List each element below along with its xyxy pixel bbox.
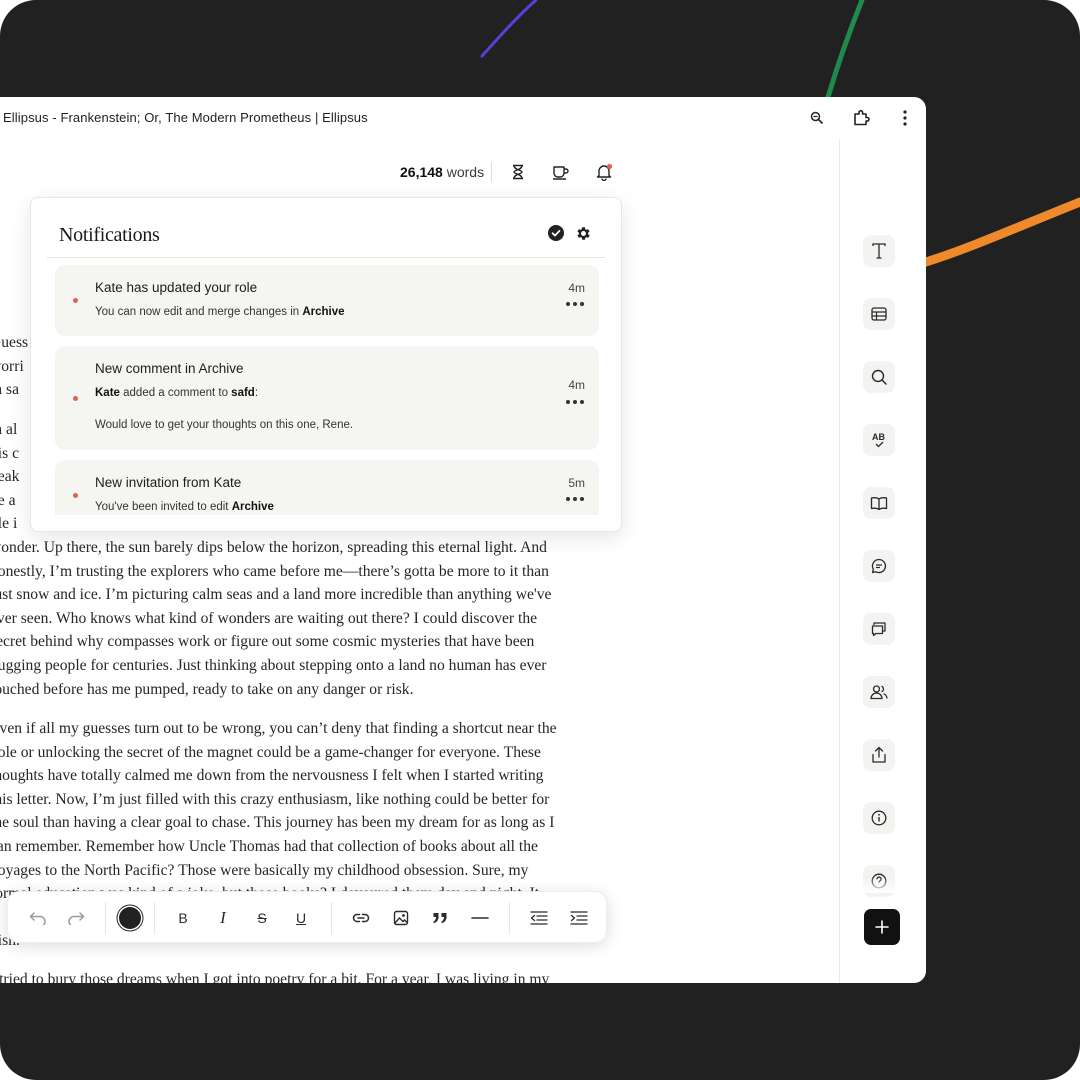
search-icon[interactable] [863,361,895,393]
notifications-list: Kate has updated your role You can now e… [55,265,599,515]
notifications-divider [47,257,605,258]
more-vert-icon[interactable] [894,107,916,129]
formatting-toolbar: B I S U [7,891,607,943]
notification-quote: Would love to get your thoughts on this … [95,419,354,431]
notification-message: Kate added a comment to safd: [95,387,259,399]
toolbar-separator [154,902,155,934]
document-header: 26,148 words [0,157,640,187]
users-icon[interactable] [863,676,895,708]
extension-icon[interactable] [850,107,872,129]
toolbar-separator [509,902,510,934]
underline-icon[interactable]: U [289,906,313,930]
plus-icon [875,920,889,934]
notification-title: New invitation from Kate [95,475,242,490]
notification-message: You can now edit and merge changes in Ar… [95,306,345,318]
book-icon[interactable] [863,487,895,519]
undo-icon[interactable] [26,906,50,930]
toolbar-separator [331,902,332,934]
divider-icon[interactable] [468,906,492,930]
indent-icon[interactable] [567,906,591,930]
link-icon[interactable] [349,906,373,930]
right-sidebar: AB [839,139,926,983]
unread-indicator [73,298,78,303]
outdent-icon[interactable] [527,906,551,930]
table-icon[interactable] [863,298,895,330]
text-icon[interactable] [863,235,895,267]
check-all-icon[interactable] [547,224,565,242]
settings-icon[interactable] [574,224,592,242]
toolbar-separator [105,902,106,934]
quote-icon[interactable] [428,906,452,930]
more-horiz-icon[interactable] [566,497,584,503]
info-icon[interactable] [863,802,895,834]
add-button[interactable] [864,909,900,945]
notification-time: 4m [568,378,585,392]
notifications-title: Notifications [59,224,160,246]
italic-icon[interactable]: I [211,906,235,930]
browser-window: Ellipsus - Frankenstein; Or, The Modern … [0,97,926,983]
more-horiz-icon[interactable] [566,400,584,406]
comment-icon[interactable] [863,550,895,582]
notification-item[interactable]: Kate has updated your role You can now e… [55,265,599,336]
notification-title: Kate has updated your role [95,280,258,295]
notification-title: New comment in Archive [95,361,244,376]
redo-icon[interactable] [64,906,88,930]
word-count: 26,148 words [400,164,484,180]
header-separator [491,162,492,182]
bold-icon[interactable]: B [171,906,195,930]
unread-indicator [73,396,78,401]
notification-time: 4m [568,281,585,295]
share-icon[interactable] [863,739,895,771]
word-count-label: words [442,164,485,180]
more-horiz-icon[interactable] [566,302,584,308]
word-count-number: 26,148 [400,164,443,180]
unread-indicator [73,493,78,498]
notification-time: 5m [568,476,585,490]
coffee-icon[interactable] [550,161,572,183]
strikethrough-icon[interactable]: S [250,906,274,930]
notification-message: You've been invited to edit Archive [95,501,274,513]
rail-scroll-fade [840,877,926,893]
spellcheck-icon[interactable]: AB [863,424,895,456]
text-color-swatch[interactable] [119,907,141,929]
notification-item[interactable]: New invitation from Kate You've been inv… [55,460,599,515]
document-area: 26,148 words Guess worri m sa m al his c… [0,97,838,983]
image-icon[interactable] [389,906,413,930]
comments-icon[interactable] [863,613,895,645]
hourglass-icon[interactable] [507,161,529,183]
svg-text:AB: AB [872,432,885,442]
bell-icon[interactable] [593,161,615,183]
document-paragraph[interactable]: I tried to bury those dreams when I got … [0,968,630,983]
notifications-panel: Notifications Kate has updated your role… [30,197,622,532]
notification-item[interactable]: New comment in Archive Kate added a comm… [55,346,599,450]
